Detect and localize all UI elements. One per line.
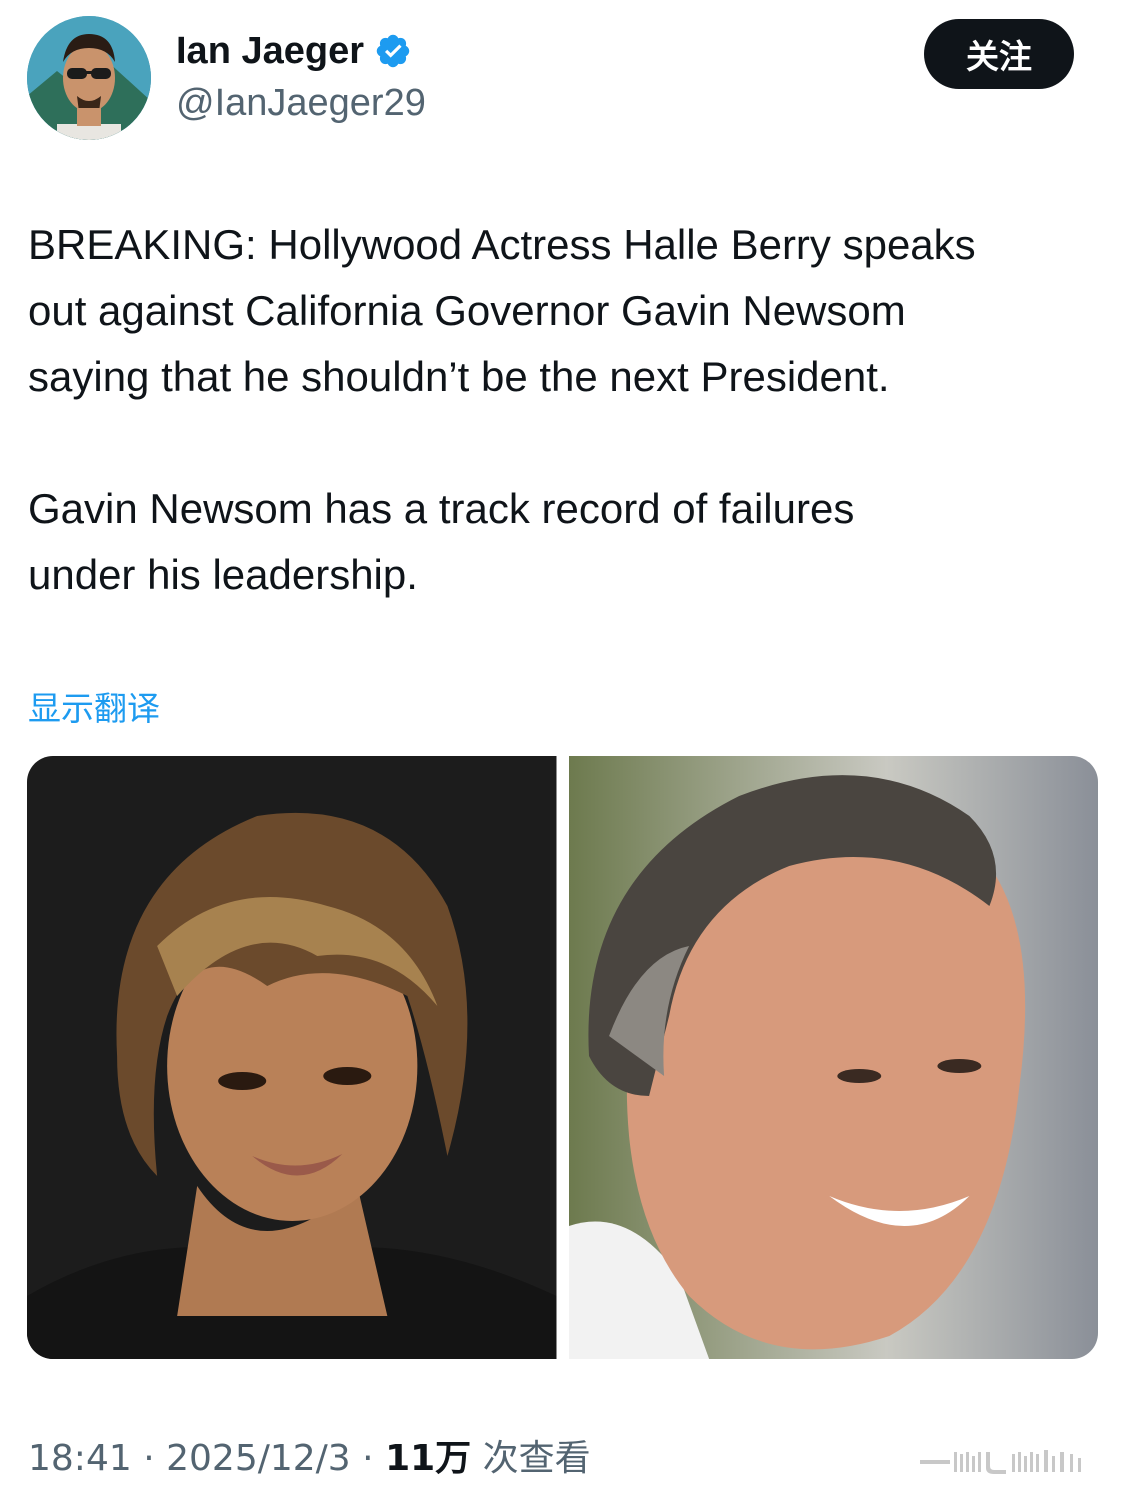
tweet-time[interactable]: 18:41 — [28, 1438, 132, 1479]
tweet-line: under his leadership. — [28, 551, 418, 598]
author-handle[interactable]: @IanJaeger29 — [176, 80, 426, 126]
media-photo-right[interactable] — [568, 756, 1098, 1359]
author-display-name[interactable]: Ian Jaeger — [176, 28, 412, 74]
verified-badge-icon — [376, 34, 410, 68]
show-translation-link[interactable]: 显示翻译 — [28, 682, 160, 730]
display-name-text[interactable]: Ian Jaeger — [176, 28, 364, 74]
follow-button[interactable]: 关注 — [924, 19, 1074, 89]
meta-separator: · — [143, 1438, 155, 1479]
meta-separator: · — [362, 1438, 374, 1479]
tweet-metadata: 18:41 · 2025/12/3 · 11万 次查看 — [28, 1436, 591, 1482]
tweet-media-grid — [27, 756, 1098, 1359]
views-count: 11万 — [385, 1438, 472, 1479]
media-photo-left[interactable] — [27, 756, 557, 1359]
tweet-line: BREAKING: Hollywood Actress Halle Berry … — [28, 221, 976, 268]
views-label: 次查看 — [482, 1438, 591, 1479]
tweet-line: saying that he shouldn’t be the next Pre… — [28, 353, 890, 400]
photo-woman-portrait-icon — [27, 756, 557, 1359]
author-avatar[interactable] — [27, 16, 151, 140]
watermark-icon — [920, 1450, 1081, 1474]
tweet-line: Gavin Newsom has a track record of failu… — [28, 485, 855, 532]
avatar-image — [27, 16, 151, 140]
photo-man-portrait-icon — [568, 756, 1098, 1359]
tweet-line: out against California Governor Gavin Ne… — [28, 287, 906, 334]
tweet-text: BREAKING: Hollywood Actress Halle Berry … — [28, 212, 1108, 608]
tweet-date[interactable]: 2025/12/3 — [166, 1438, 351, 1479]
